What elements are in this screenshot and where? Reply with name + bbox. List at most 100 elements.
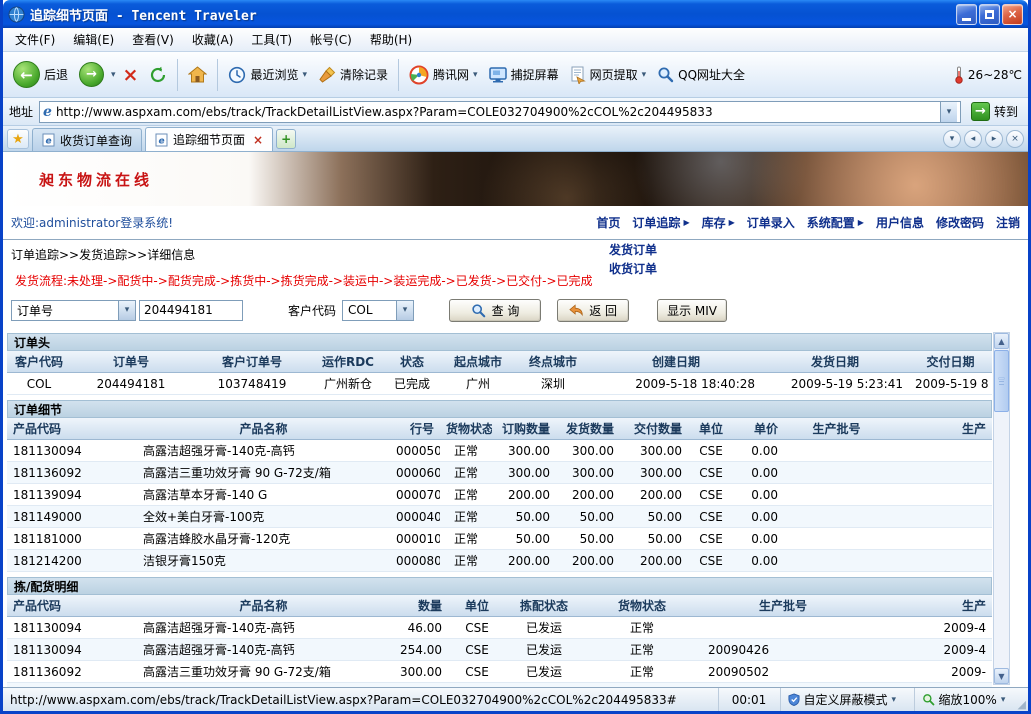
- welcome-text: 欢迎:administrator登录系统!: [11, 214, 173, 231]
- nav-item[interactable]: 库存 ▶: [702, 214, 735, 231]
- vertical-scrollbar[interactable]: ▲ ▼: [993, 332, 1010, 685]
- table-cell: 20090502: [702, 661, 864, 683]
- menu-item[interactable]: 帮助(H): [362, 28, 420, 51]
- address-dropdown-button[interactable]: ▾: [940, 102, 957, 122]
- web-extract-button[interactable]: 网页提取 ▾: [566, 63, 651, 87]
- table-cell: 已发运: [506, 617, 582, 639]
- new-tab-button[interactable]: +: [276, 129, 296, 149]
- address-input[interactable]: e http://www.aspxam.com/ebs/track/TrackD…: [39, 101, 961, 123]
- nav-item[interactable]: 订单追踪 ▶: [632, 214, 689, 231]
- order-number-input[interactable]: [139, 300, 243, 321]
- status-url-text: http://www.aspxam.com/ebs/track/TrackDet…: [10, 693, 677, 707]
- block-mode-selector[interactable]: 自定义屏蔽模式 ▾: [780, 688, 914, 711]
- table-cell: 0.00: [734, 506, 784, 528]
- forward-button[interactable]: →: [75, 59, 108, 90]
- submenu-receive-order[interactable]: 收货订单: [603, 259, 663, 278]
- recent-button[interactable]: 最近浏览 ▾: [224, 63, 311, 87]
- svg-text:e: e: [159, 136, 165, 146]
- table-cell: 204494181: [71, 373, 191, 395]
- table-cell: 000070: [390, 484, 440, 506]
- tencent-site-button[interactable]: 腾讯网 ▾: [405, 62, 482, 88]
- table-cell: 正常: [582, 661, 702, 683]
- nav-item[interactable]: 系统配置 ▶: [807, 214, 864, 231]
- combo-dropdown-button[interactable]: ▾: [396, 301, 413, 320]
- column-header: 产品名称: [137, 595, 390, 617]
- menu-item[interactable]: 编辑(E): [65, 28, 122, 51]
- table-cell: 广州新仓: [313, 373, 383, 395]
- app-icon: [8, 6, 25, 23]
- column-header: 生产批号: [784, 418, 889, 440]
- table-cell: 300.00: [556, 440, 620, 462]
- capture-screen-button[interactable]: 捕捉屏幕: [485, 63, 563, 86]
- table-row: 181130094高露洁超强牙膏-140克-高钙000050正常300.0030…: [7, 440, 992, 462]
- menu-item[interactable]: 帐号(C): [302, 28, 360, 51]
- nav-item[interactable]: 首页 ▶: [596, 214, 620, 231]
- chevron-left-icon: ◂: [971, 134, 976, 144]
- weather-widget[interactable]: 26~28℃: [954, 66, 1022, 84]
- table-cell: 已发运: [506, 683, 582, 688]
- show-miv-button[interactable]: 显示 MIV: [657, 299, 727, 322]
- return-button[interactable]: 返 回: [557, 299, 629, 322]
- column-header: 订单号: [71, 351, 191, 373]
- nav-item[interactable]: 订单录入 ▶: [747, 214, 795, 231]
- tab-list-button[interactable]: ▾: [943, 130, 961, 148]
- scroll-up-button[interactable]: ▲: [994, 333, 1009, 349]
- table-cell: CSE: [448, 661, 506, 683]
- query-button[interactable]: 查 询: [449, 299, 541, 322]
- scroll-tabs-right-button[interactable]: ▸: [985, 130, 1003, 148]
- resize-grip[interactable]: ◢: [1018, 698, 1028, 711]
- back-button[interactable]: ← 后退: [9, 58, 72, 91]
- site-logo: 昶东物流在线: [39, 169, 153, 190]
- order-field-select[interactable]: 订单号 ▾: [11, 300, 136, 321]
- favorites-button[interactable]: ★: [7, 129, 29, 149]
- minimize-button[interactable]: [956, 4, 977, 25]
- close-button[interactable]: ×: [1002, 4, 1023, 25]
- maximize-button[interactable]: [979, 4, 1000, 25]
- column-header: 单位: [688, 418, 734, 440]
- main-nav: 首页 ▶ 订单追踪 ▶ 库存 ▶: [596, 214, 1020, 231]
- history-dropdown-icon[interactable]: ▾: [111, 70, 116, 80]
- go-arrow-icon: →: [971, 102, 990, 121]
- order-track-submenu: 发货订单 收货订单: [603, 240, 663, 278]
- toolbar: ← 后退 → ▾ × 最近浏览 ▾ 清除记录 腾讯网 ▾: [3, 52, 1028, 98]
- scroll-tabs-left-button[interactable]: ◂: [964, 130, 982, 148]
- menu-item[interactable]: 工具(T): [243, 28, 300, 51]
- table-cell: 000040: [390, 506, 440, 528]
- go-button[interactable]: → 转到: [967, 100, 1022, 123]
- breadcrumb: 订单追踪>>发货追踪>>详细信息: [11, 246, 195, 263]
- nav-item[interactable]: 修改密码 ▶: [936, 214, 984, 231]
- home-button[interactable]: [184, 63, 211, 86]
- go-label: 转到: [994, 103, 1018, 120]
- menu-item[interactable]: 查看(V): [124, 28, 182, 51]
- table-cell: 181139094: [7, 683, 137, 688]
- stop-button[interactable]: ×: [119, 64, 143, 86]
- table-cell: [702, 617, 864, 639]
- combo-dropdown-button[interactable]: ▾: [118, 301, 135, 320]
- close-tab-button[interactable]: ×: [1006, 130, 1024, 148]
- scroll-down-button[interactable]: ▼: [994, 668, 1009, 684]
- qq-sites-button[interactable]: QQ网址大全: [653, 63, 749, 86]
- tab-close-icon[interactable]: ×: [253, 133, 263, 147]
- table-cell: CSE: [688, 506, 734, 528]
- table-cell: 000080: [390, 550, 440, 572]
- tab-receive-order-query[interactable]: e 收货订单查询: [32, 128, 142, 151]
- tab-track-detail[interactable]: e 追踪细节页面 ×: [145, 127, 273, 151]
- column-header: 单位: [448, 595, 506, 617]
- menu-item[interactable]: 文件(F): [7, 28, 63, 51]
- nav-item[interactable]: 注销 ▶: [996, 214, 1020, 231]
- nav-item[interactable]: 用户信息 ▶: [876, 214, 924, 231]
- clear-history-button[interactable]: 清除记录: [314, 63, 392, 87]
- maximize-icon: [985, 10, 994, 19]
- scrollbar-track[interactable]: [994, 349, 1009, 668]
- table-cell: 洁银牙膏150克: [137, 550, 390, 572]
- window-titlebar[interactable]: 追踪细节页面 - Tencent Traveler ×: [3, 0, 1028, 28]
- scrollbar-thumb[interactable]: [994, 350, 1009, 412]
- submenu-ship-order[interactable]: 发货订单: [603, 240, 663, 259]
- menu-item[interactable]: 收藏(A): [184, 28, 242, 51]
- refresh-button[interactable]: [145, 63, 171, 87]
- close-icon: ×: [1007, 7, 1017, 21]
- customer-code-select[interactable]: COL ▾: [342, 300, 414, 321]
- table-row: 181136092高露洁三重功效牙膏 90 G-72支/箱300.00CSE已发…: [7, 661, 992, 683]
- zoom-selector[interactable]: 缩放100% ▾: [914, 688, 1018, 711]
- page-content: 昶东物流在线 欢迎:administrator登录系统! 首页 ▶ 订单追踪 ▶: [3, 152, 1028, 687]
